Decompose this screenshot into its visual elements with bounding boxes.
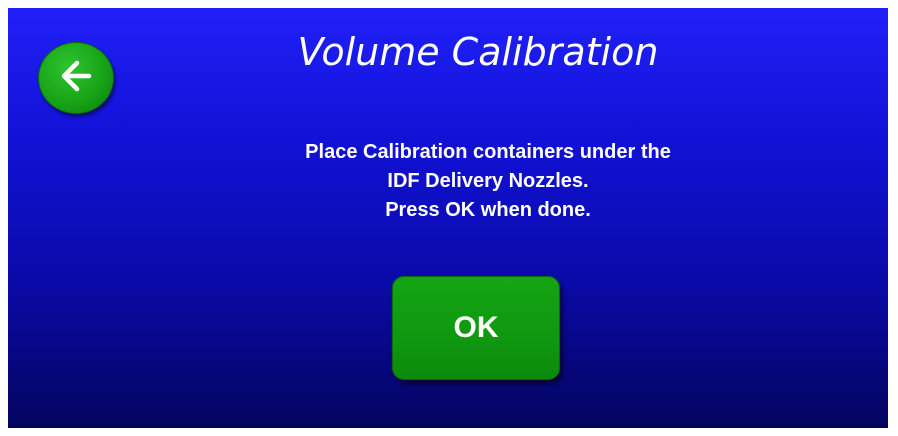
page-title: Volume Calibration bbox=[297, 30, 659, 74]
back-button[interactable] bbox=[38, 42, 114, 114]
calibration-screen: Volume Calibration Place Calibration con… bbox=[8, 8, 888, 428]
ok-button[interactable]: OK bbox=[392, 276, 560, 380]
instruction-line-2: IDF Delivery Nozzles. bbox=[387, 170, 589, 192]
instruction-message: Place Calibration containers under the I… bbox=[188, 138, 788, 225]
instruction-line-3: Press OK when done. bbox=[385, 199, 591, 221]
arrow-left-icon bbox=[55, 55, 97, 102]
instruction-line-1: Place Calibration containers under the bbox=[305, 141, 671, 163]
